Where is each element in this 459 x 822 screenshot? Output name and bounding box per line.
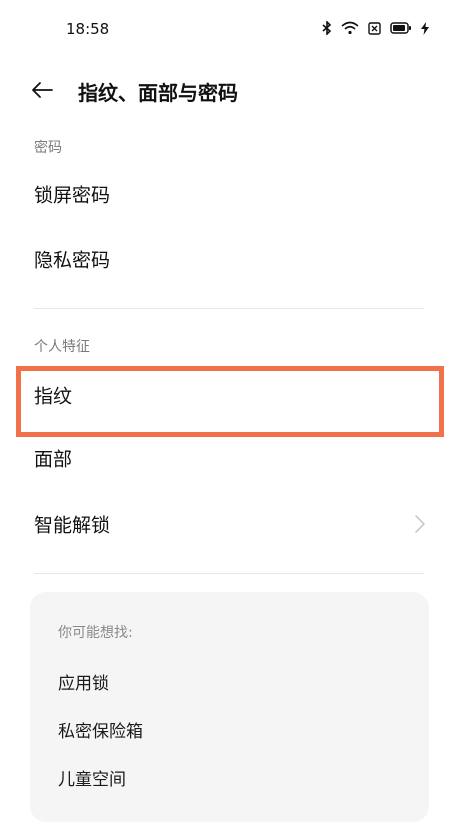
row-label: 隐私密码 xyxy=(34,249,111,272)
page-title: 指纹、面部与密码 xyxy=(78,81,238,105)
smart-unlock-row[interactable]: 智能解锁 xyxy=(0,492,459,556)
suggestions-card: 你可能想找: 应用锁 私密保险箱 儿童空间 xyxy=(30,592,429,822)
back-arrow-icon xyxy=(32,82,53,98)
lock-screen-password-row[interactable]: 锁屏密码 xyxy=(0,162,459,226)
row-label: 指纹 xyxy=(34,385,73,408)
section-divider xyxy=(34,308,424,309)
charging-icon xyxy=(421,21,429,35)
suggestion-kids-space[interactable]: 儿童空间 xyxy=(58,765,126,790)
suggestion-app-lock[interactable]: 应用锁 xyxy=(58,669,109,694)
suggestion-private-safe[interactable]: 私密保险箱 xyxy=(58,717,143,742)
face-row[interactable]: 面部 xyxy=(0,426,459,490)
section-divider xyxy=(34,573,424,574)
wifi-icon xyxy=(341,21,359,35)
section-header-password: 密码 xyxy=(34,140,62,156)
row-label: 锁屏密码 xyxy=(34,184,111,207)
suggestions-title: 你可能想找: xyxy=(58,625,133,641)
fingerprint-row[interactable]: 指纹 xyxy=(0,363,459,427)
app-bar: 指纹、面部与密码 xyxy=(0,68,459,112)
chevron-right-icon xyxy=(415,515,425,533)
back-button[interactable] xyxy=(24,74,60,106)
sim-icon xyxy=(368,21,381,35)
row-label: 智能解锁 xyxy=(34,514,111,537)
status-bar: 18:58 xyxy=(0,0,459,60)
row-label: 面部 xyxy=(34,448,73,471)
status-icons xyxy=(322,21,429,35)
status-time: 18:58 xyxy=(66,20,110,38)
bluetooth-icon xyxy=(322,21,332,35)
section-header-personal: 个人特征 xyxy=(34,339,90,355)
battery-icon xyxy=(390,22,411,34)
privacy-password-row[interactable]: 隐私密码 xyxy=(0,227,459,291)
